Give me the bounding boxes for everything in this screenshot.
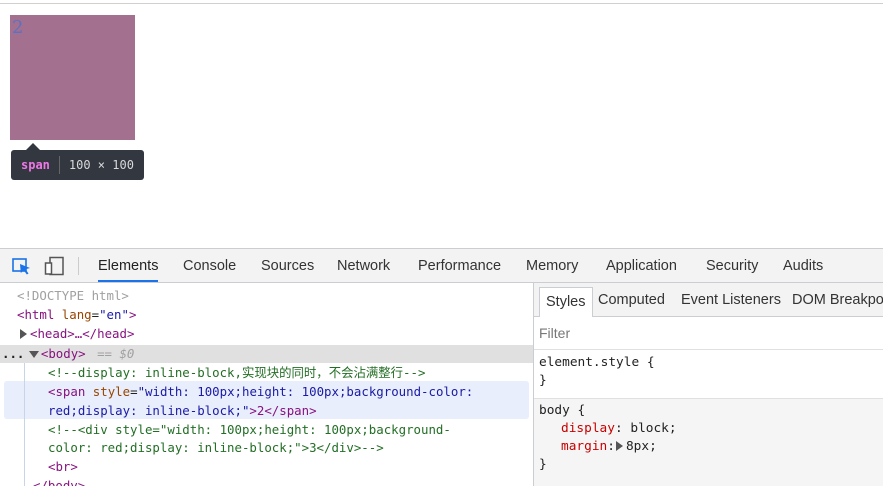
element-size-tooltip: span 100 × 100 [11,143,144,180]
html-lang-value: "en" [99,307,129,322]
prop-display-name: display [561,421,615,436]
comment-display-inline-block: <!--display: inline-block,实现块的同时，不会沾满整行-… [48,365,426,380]
elements-dom-tree: <!DOCTYPE html> <html lang="en"> <head>…… [0,283,533,486]
element-style-selector: element.style { [539,355,655,370]
tab-console[interactable]: Console [183,249,236,282]
devtools-tabbar: Elements Console Sources Network Perform… [0,249,883,283]
dom-line-span-2[interactable]: red;display: inline-block;">2</span> [48,402,317,420]
dom-line-comment2-1[interactable]: <!--<div style="width: 100px;height: 100… [48,421,451,439]
tab-event-listeners[interactable]: Event Listeners [681,283,781,317]
dom-line-br[interactable]: <br> [48,458,78,476]
tab-memory[interactable]: Memory [526,249,578,282]
dom-line-head[interactable]: <head>…</head> [20,325,134,343]
tooltip-tag-name: span [21,158,50,172]
dom-line-comment1[interactable]: <!--display: inline-block,实现块的同时，不会沾满整行-… [48,364,425,382]
comment-div-part2: color: red;display: inline-block;">3</di… [48,440,384,455]
tab-computed[interactable]: Computed [598,283,665,317]
tab-performance[interactable]: Performance [418,249,501,282]
element-style-close: } [539,373,547,388]
dom-line-body[interactable]: ... <body> == $0 [2,345,134,363]
styles-filter-input[interactable]: Filter [534,317,883,350]
tree-guide-line [24,363,25,486]
body-open-tag: <body> [40,346,86,361]
styles-tabbar: Styles Computed Event Listeners DOM Brea… [534,283,883,317]
inspect-element-icon[interactable] [11,256,33,276]
tab-styles[interactable]: Styles [539,287,593,317]
span-open-tag: <span [48,384,86,399]
prop-margin-value: 8px; [625,439,657,454]
body-selector: body { [539,403,586,418]
prop-display-value: block; [630,421,677,436]
tab-network[interactable]: Network [337,249,390,282]
head-collapsed-tag: <head>…</head> [30,326,135,341]
body-rule-close: } [539,457,547,472]
span-style-attr: style [92,384,131,399]
selected-node-marker: == $0 [97,346,135,361]
html-open-tag: <html [17,307,55,322]
element-style-rule[interactable]: element.style { } [534,354,883,390]
html-lang-attr: lang [61,307,92,322]
tab-application[interactable]: Application [606,249,677,282]
tooltip-separator [58,156,60,174]
page-viewport: 2 span 100 × 100 [0,5,883,248]
dom-line-span-1[interactable]: <span style="width: 100px;height: 100px;… [48,383,473,401]
styles-pane: Styles Computed Event Listeners DOM Brea… [534,283,883,486]
expand-shorthand-icon[interactable] [615,441,623,451]
declaration-display[interactable]: display: block; [539,420,883,438]
device-toolbar-icon[interactable] [44,256,66,276]
tab-security[interactable]: Security [706,249,758,282]
browser-top-border [0,0,883,4]
span-style-value-part2: red;display: inline-block;" [48,403,250,418]
devtools-panel: Elements Console Sources Network Perform… [0,248,883,486]
span-style-value-part1: "width: 100px;height: 100px;background-c… [137,384,474,399]
expand-triangle-icon[interactable] [20,329,27,339]
dom-line-html[interactable]: <html lang="en"> [17,306,136,324]
more-actions-ellipsis[interactable]: ... [2,346,24,361]
span-inner-and-close: >2</span> [249,403,317,418]
html-open-close: > [128,307,137,322]
tab-audits[interactable]: Audits [783,249,823,282]
declaration-margin[interactable]: margin: 8px; [539,438,883,456]
tooltip-dimensions: 100 × 100 [68,158,134,172]
tab-sources[interactable]: Sources [261,249,314,282]
br-tag: <br> [48,459,78,474]
highlighted-span-element[interactable]: 2 [10,15,135,140]
collapse-triangle-icon[interactable] [28,351,39,358]
tab-elements[interactable]: Elements [98,249,159,282]
dom-line-comment2-2[interactable]: color: red;display: inline-block;">3</di… [48,439,384,457]
body-style-rule[interactable]: body { display: block; margin: 8px; } [534,398,883,486]
dom-line-doctype[interactable]: <!DOCTYPE html> [17,287,129,305]
prop-margin-name: margin [561,439,608,454]
comment-div-part1: <!--<div style="width: 100px;height: 100… [48,422,451,437]
toolbar-separator [78,257,79,275]
tab-dom-breakpoints[interactable]: DOM Breakpoints [792,283,883,317]
doctype-text: <!DOCTYPE html> [17,288,129,303]
